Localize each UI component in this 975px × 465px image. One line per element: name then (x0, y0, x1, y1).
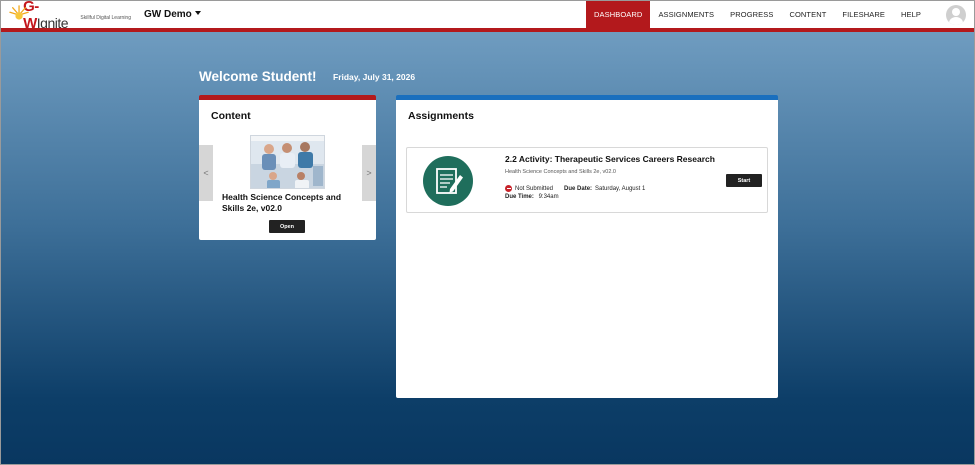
nav-help[interactable]: HELP (893, 1, 929, 28)
nav-fileshare[interactable]: FILESHARE (834, 1, 893, 28)
app-window: G-WIgnite Skillful Digital Learning GW D… (0, 0, 975, 465)
nav-dashboard[interactable]: DASHBOARD (586, 1, 651, 28)
content-card: Content < > Health Science Concepts and … (199, 95, 376, 240)
carousel-next-button[interactable]: > (362, 145, 376, 201)
nav-progress[interactable]: PROGRESS (722, 1, 781, 28)
book-title[interactable]: Health Science Concepts and Skills 2e, v… (222, 192, 362, 214)
user-avatar-icon[interactable] (946, 5, 966, 25)
nav-assignments[interactable]: ASSIGNMENTS (650, 1, 722, 28)
pencil-document-icon (436, 168, 463, 194)
due-date-value: Saturday, August 1 (595, 185, 646, 192)
book-cover-image[interactable] (250, 135, 325, 189)
assignments-card-title: Assignments (408, 110, 474, 122)
welcome-heading: Welcome Student! (199, 69, 317, 84)
due-time: Due Time: 9:34am (505, 194, 559, 200)
due-date-label: Due Date: (564, 185, 593, 192)
open-button[interactable]: Open (269, 220, 305, 233)
main-nav: DASHBOARD ASSIGNMENTS PROGRESS CONTENT F… (586, 1, 929, 28)
assignment-title[interactable]: 2.2 Activity: Therapeutic Services Caree… (505, 154, 715, 164)
content-card-title: Content (211, 110, 251, 122)
not-submitted-icon (505, 185, 512, 192)
assignment-status: Not Submitted (515, 185, 554, 192)
logo-tagline: Skillful Digital Learning (80, 15, 131, 21)
org-dropdown-label: GW Demo (144, 9, 192, 20)
nav-content[interactable]: CONTENT (781, 1, 834, 28)
start-button[interactable]: Start (726, 174, 762, 187)
assignment-course: Health Science Concepts and Skills 2e, v… (505, 169, 616, 175)
caret-down-icon (194, 10, 201, 15)
top-navigation-bar: G-WIgnite Skillful Digital Learning GW D… (1, 1, 974, 32)
assignment-document-icon (423, 156, 473, 206)
due-time-value: 9:34am (538, 194, 559, 200)
carousel-prev-button[interactable]: < (199, 145, 213, 201)
current-date: Friday, July 31, 2026 (333, 72, 416, 82)
assignments-card: Assignments 2.2 Activity: Therapeutic Se… (396, 95, 778, 398)
due-time-label: Due Time: (505, 194, 534, 200)
org-dropdown[interactable]: GW Demo (144, 9, 201, 20)
sun-burst-icon (9, 5, 29, 20)
assignment-item: 2.2 Activity: Therapeutic Services Caree… (406, 147, 768, 213)
gw-ignite-logo[interactable]: G-WIgnite Skillful Digital Learning (9, 1, 131, 32)
book-cover-illustration (251, 136, 324, 188)
assignment-meta: Not Submitted Due Date: Saturday, August… (505, 185, 645, 192)
